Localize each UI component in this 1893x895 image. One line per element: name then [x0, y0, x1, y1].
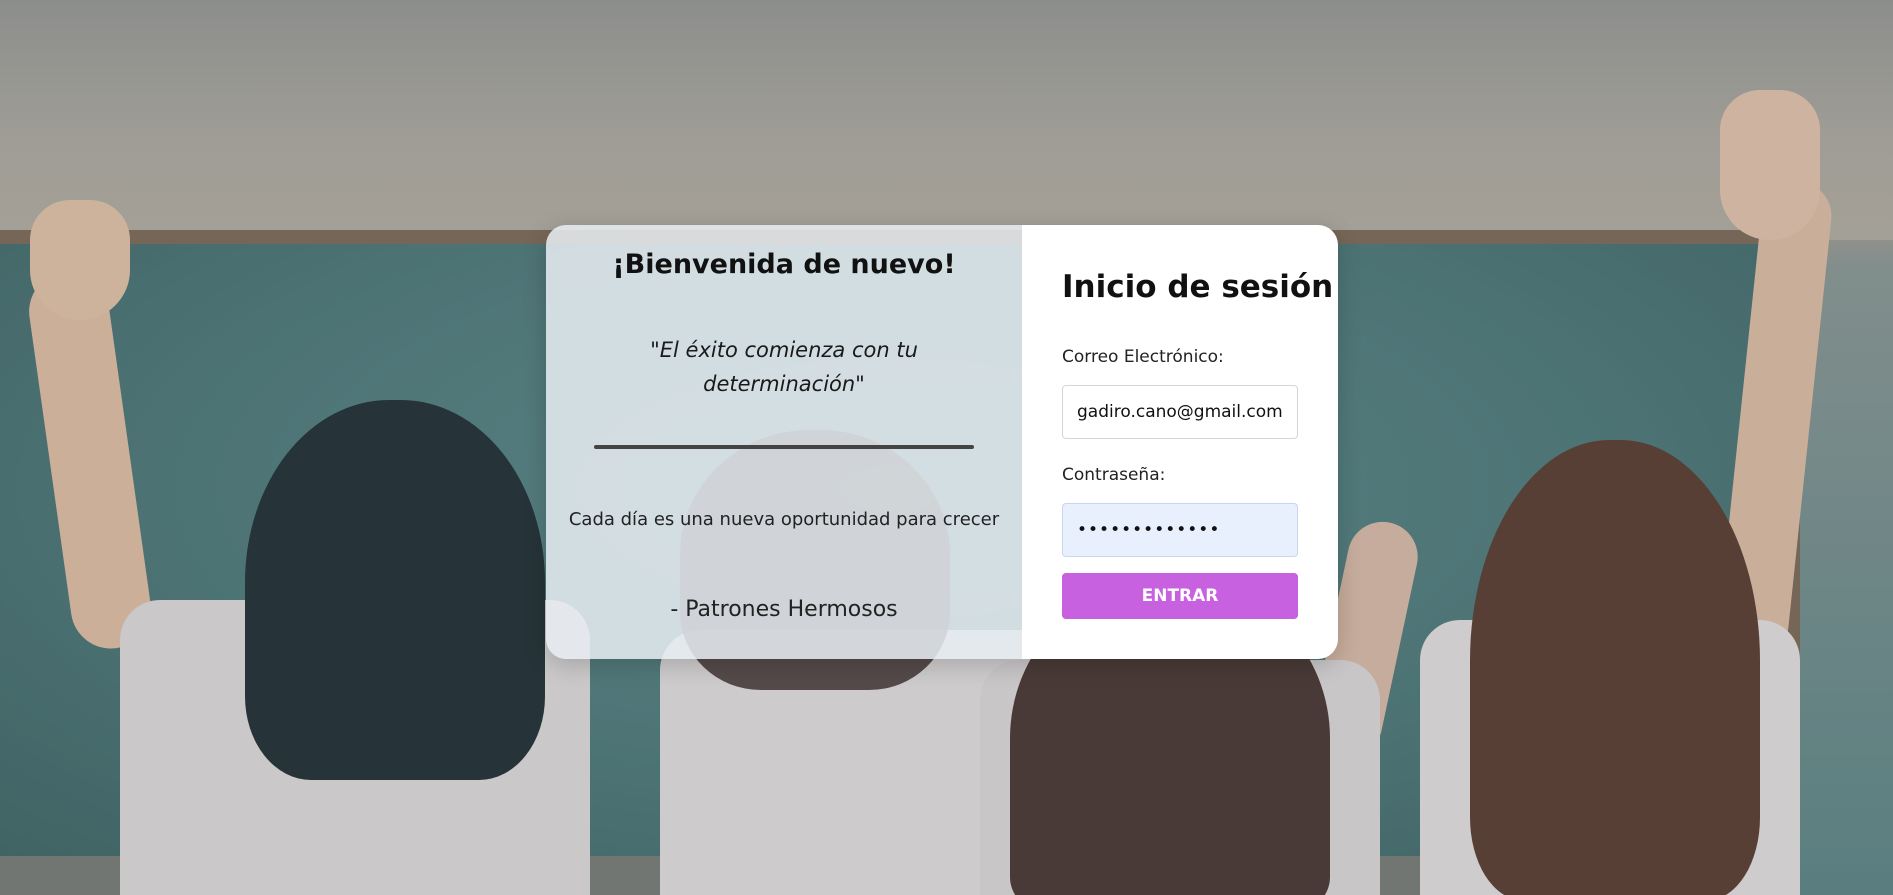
email-label: Correo Electrónico: — [1062, 347, 1224, 367]
password-label: Contraseña: — [1062, 465, 1166, 485]
login-panel: Inicio de sesión Correo Electrónico: Con… — [1022, 225, 1338, 659]
quote-signature: - Patrones Hermosos — [670, 597, 898, 622]
welcome-title: ¡Bienvenida de nuevo! — [612, 249, 956, 280]
login-card: ¡Bienvenida de nuevo! "El éxito comienza… — [546, 225, 1338, 659]
divider — [594, 445, 974, 449]
login-title: Inicio de sesión — [1062, 269, 1334, 305]
login-button[interactable]: ENTRAR — [1062, 573, 1298, 619]
welcome-panel: ¡Bienvenida de nuevo! "El éxito comienza… — [546, 225, 1022, 659]
password-field[interactable] — [1062, 503, 1298, 557]
welcome-tagline: Cada día es una nueva oportunidad para c… — [568, 509, 1000, 530]
motivational-quote: "El éxito comienza con tu determinación" — [650, 338, 918, 396]
email-field[interactable] — [1062, 385, 1298, 439]
